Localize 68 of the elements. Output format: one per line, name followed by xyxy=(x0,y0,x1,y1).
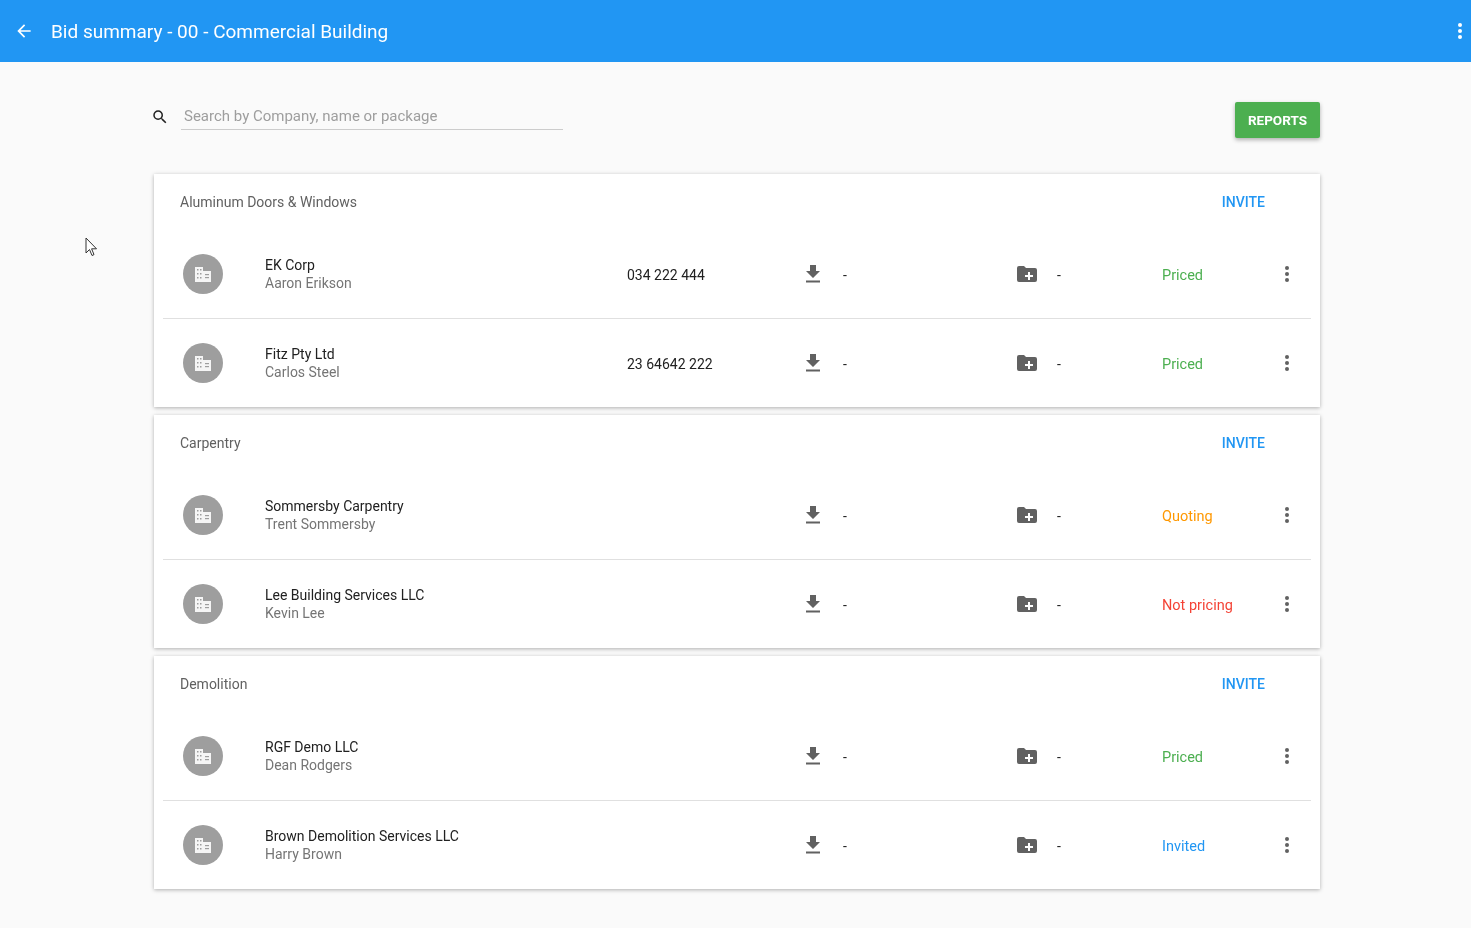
company-name: RGF Demo LLC xyxy=(265,739,359,755)
invite-button[interactable]: INVITE xyxy=(1221,194,1265,210)
building-avatar-icon xyxy=(183,495,223,535)
company-name: Lee Building Services LLC xyxy=(265,587,425,603)
bid-status: Invited xyxy=(1162,837,1206,855)
search-field[interactable]: Search by Company, name or package xyxy=(181,103,563,130)
download-icon[interactable] xyxy=(805,836,821,854)
more-options-icon[interactable] xyxy=(1285,748,1289,764)
building-avatar-icon xyxy=(183,254,223,294)
phone-number: 034 222 444 xyxy=(627,266,705,283)
contact-name: Trent Sommersby xyxy=(265,516,376,532)
folder-plus-icon[interactable] xyxy=(1017,266,1037,282)
folder-plus-icon[interactable] xyxy=(1017,837,1037,853)
package-name: Carpentry xyxy=(180,435,242,451)
document-count: - xyxy=(1057,837,1061,854)
bid-status: Quoting xyxy=(1162,507,1213,525)
more-options-icon[interactable] xyxy=(1285,837,1289,853)
contact-name: Kevin Lee xyxy=(265,605,325,621)
more-options-icon[interactable] xyxy=(1457,22,1463,40)
download-icon[interactable] xyxy=(805,265,821,283)
page-title: Bid summary - 00 - Commercial Building xyxy=(51,19,390,43)
document-count: - xyxy=(1057,507,1061,524)
download-count: - xyxy=(843,507,847,524)
building-avatar-icon xyxy=(183,584,223,624)
invite-button[interactable]: INVITE xyxy=(1221,676,1265,692)
package-name: Demolition xyxy=(180,676,249,692)
folder-plus-icon[interactable] xyxy=(1017,355,1037,371)
download-icon[interactable] xyxy=(805,506,821,524)
download-count: - xyxy=(843,355,847,372)
company-name: Sommersby Carpentry xyxy=(265,498,404,514)
company-name: Brown Demolition Services LLC xyxy=(265,828,459,844)
contact-name: Dean Rodgers xyxy=(265,757,353,773)
document-count: - xyxy=(1057,596,1061,613)
building-avatar-icon xyxy=(183,343,223,383)
download-count: - xyxy=(843,266,847,283)
download-count: - xyxy=(843,596,847,613)
package-name: Aluminum Doors & Windows xyxy=(180,194,359,210)
bid-status: Priced xyxy=(1162,266,1204,284)
folder-plus-icon[interactable] xyxy=(1017,596,1037,612)
more-options-icon[interactable] xyxy=(1285,596,1289,612)
document-count: - xyxy=(1057,266,1061,283)
download-count: - xyxy=(843,748,847,765)
download-icon[interactable] xyxy=(805,595,821,613)
bid-status: Priced xyxy=(1162,355,1204,373)
more-options-icon[interactable] xyxy=(1285,507,1289,523)
company-name: EK Corp xyxy=(265,257,315,273)
bid-status: Priced xyxy=(1162,748,1204,766)
company-name: Fitz Pty Ltd xyxy=(265,346,335,362)
search-icon xyxy=(151,107,169,126)
download-icon[interactable] xyxy=(805,747,821,765)
invite-button[interactable]: INVITE xyxy=(1221,435,1265,451)
folder-plus-icon[interactable] xyxy=(1017,748,1037,764)
contact-name: Aaron Erikson xyxy=(265,275,352,291)
phone-number: 23 64642 222 xyxy=(627,355,713,372)
mouse-pointer-icon xyxy=(85,237,98,257)
more-options-icon[interactable] xyxy=(1285,266,1289,282)
bid-status: Not pricing xyxy=(1162,596,1233,614)
contact-name: Carlos Steel xyxy=(265,364,340,380)
download-icon[interactable] xyxy=(805,354,821,372)
contact-name: Harry Brown xyxy=(265,846,342,862)
document-count: - xyxy=(1057,748,1061,765)
reports-button[interactable]: REPORTS xyxy=(1234,101,1320,138)
more-options-icon[interactable] xyxy=(1285,355,1289,371)
building-avatar-icon xyxy=(183,736,223,776)
download-count: - xyxy=(843,837,847,854)
building-avatar-icon xyxy=(183,825,223,865)
document-count: - xyxy=(1057,355,1061,372)
folder-plus-icon[interactable] xyxy=(1017,507,1037,523)
